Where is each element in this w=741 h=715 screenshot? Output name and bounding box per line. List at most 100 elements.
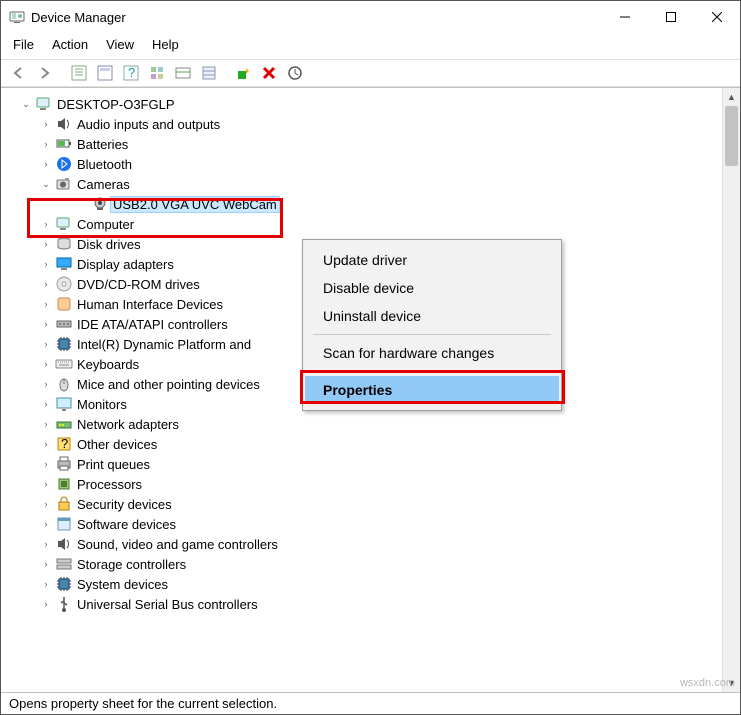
tree-node[interactable]: › Software devices	[1, 514, 722, 534]
chevron-icon[interactable]: ›	[39, 119, 53, 129]
node-label: Security devices	[77, 497, 172, 512]
category-icon	[55, 415, 73, 433]
devices-by-connection-icon[interactable]	[171, 61, 195, 85]
title-bar: Device Manager	[1, 1, 740, 33]
category-icon	[55, 455, 73, 473]
chevron-icon[interactable]: ›	[39, 379, 53, 389]
tree-node[interactable]: › Batteries	[1, 134, 722, 154]
tree-node[interactable]: ›Universal Serial Bus controllers	[1, 594, 722, 614]
toolbar: ?	[1, 59, 740, 87]
chevron-icon[interactable]: ›	[39, 339, 53, 349]
category-icon	[55, 475, 73, 493]
minimize-button[interactable]	[602, 2, 648, 32]
ctx-separator	[313, 371, 551, 372]
chevron-icon[interactable]: ›	[39, 299, 53, 309]
scan-hardware-icon[interactable]	[283, 61, 307, 85]
uninstall-device-icon[interactable]	[257, 61, 281, 85]
menu-view[interactable]: View	[106, 37, 134, 52]
tree-node[interactable]: › System devices	[1, 574, 722, 594]
node-label: Processors	[77, 477, 142, 492]
properties-icon[interactable]	[93, 61, 117, 85]
app-icon	[9, 9, 25, 25]
ctx-uninstall-device[interactable]: Uninstall device	[305, 302, 559, 330]
devices-by-type-icon[interactable]	[145, 61, 169, 85]
chevron-icon[interactable]: ›	[39, 279, 53, 289]
resources-by-type-icon[interactable]	[197, 61, 221, 85]
menu-action[interactable]: Action	[52, 37, 88, 52]
chevron-icon[interactable]: ›	[39, 239, 53, 249]
computer-icon	[35, 95, 53, 113]
node-label: DVD/CD-ROM drives	[77, 277, 200, 292]
tree-node[interactable]: ›Network adapters	[1, 414, 722, 434]
maximize-button[interactable]	[648, 2, 694, 32]
scroll-thumb[interactable]	[725, 106, 738, 166]
chevron-icon[interactable]: ›	[39, 319, 53, 329]
chevron-icon[interactable]: ›	[39, 259, 53, 269]
chevron-icon[interactable]: ›	[39, 159, 53, 169]
node-label: Bluetooth	[77, 157, 132, 172]
category-icon	[55, 555, 73, 573]
scrollbar-vertical[interactable]: ▲ ▼	[722, 88, 740, 692]
node-label: Other devices	[77, 437, 157, 452]
chevron-icon[interactable]: ›	[39, 419, 53, 429]
ctx-separator	[313, 334, 551, 335]
chevron-icon[interactable]: ›	[39, 599, 53, 609]
node-label: Batteries	[77, 137, 128, 152]
chevron-icon[interactable]: ›	[39, 479, 53, 489]
category-icon	[55, 535, 73, 553]
node-label: System devices	[77, 577, 168, 592]
chevron-icon[interactable]: ›	[39, 139, 53, 149]
category-icon	[55, 155, 73, 173]
tree-node[interactable]: ›? Other devices	[1, 434, 722, 454]
category-icon: ?	[55, 435, 73, 453]
chevron-down-icon[interactable]: ⌄	[19, 99, 33, 110]
close-button[interactable]	[694, 2, 740, 32]
category-icon	[55, 315, 73, 333]
tree-root[interactable]: ⌄ DESKTOP-O3FGLP	[1, 94, 722, 114]
chevron-icon[interactable]: ›	[39, 219, 53, 229]
show-hide-console-tree-icon[interactable]	[67, 61, 91, 85]
scroll-up-button[interactable]: ▲	[723, 88, 740, 106]
tree-node[interactable]: › Audio inputs and outputs	[1, 114, 722, 134]
category-icon	[55, 175, 73, 193]
ctx-scan-hardware[interactable]: Scan for hardware changes	[305, 339, 559, 367]
ctx-disable-device[interactable]: Disable device	[305, 274, 559, 302]
tree-node[interactable]: ›Storage controllers	[1, 554, 722, 574]
node-label: Audio inputs and outputs	[77, 117, 220, 132]
chevron-icon[interactable]: ›	[39, 359, 53, 369]
chevron-icon[interactable]: ›	[39, 499, 53, 509]
chevron-icon[interactable]: ›	[39, 539, 53, 549]
node-label: Print queues	[77, 457, 150, 472]
tree-node[interactable]: › Bluetooth	[1, 154, 722, 174]
tree-node[interactable]: › Processors	[1, 474, 722, 494]
tree-node[interactable]: › Security devices	[1, 494, 722, 514]
category-icon	[55, 335, 73, 353]
back-button[interactable]	[7, 61, 31, 85]
menu-help[interactable]: Help	[152, 37, 179, 52]
category-icon	[55, 515, 73, 533]
tree-node[interactable]: ›Sound, video and game controllers	[1, 534, 722, 554]
tree-node[interactable]: ›Computer	[1, 214, 722, 234]
update-driver-icon[interactable]	[231, 61, 255, 85]
root-label: DESKTOP-O3FGLP	[57, 97, 175, 112]
category-icon	[55, 375, 73, 393]
help-icon[interactable]: ?	[119, 61, 143, 85]
category-icon	[55, 135, 73, 153]
chevron-icon[interactable]: ›	[39, 579, 53, 589]
node-label: Software devices	[77, 517, 176, 532]
ctx-update-driver[interactable]: Update driver	[305, 246, 559, 274]
menu-file[interactable]: File	[13, 37, 34, 52]
chevron-icon[interactable]: ⌄	[39, 179, 53, 190]
tree-node[interactable]: ⌄Cameras	[1, 174, 722, 194]
chevron-icon[interactable]: ›	[39, 559, 53, 569]
ctx-properties[interactable]: Properties	[305, 376, 559, 404]
chevron-icon[interactable]: ›	[39, 439, 53, 449]
tree-device[interactable]: USB2.0 VGA UVC WebCam	[1, 194, 722, 214]
forward-button[interactable]	[33, 61, 57, 85]
chevron-icon[interactable]: ›	[39, 519, 53, 529]
category-icon	[55, 235, 73, 253]
tree-node[interactable]: › Print queues	[1, 454, 722, 474]
svg-text:?: ?	[61, 436, 68, 451]
chevron-icon[interactable]: ›	[39, 399, 53, 409]
chevron-icon[interactable]: ›	[39, 459, 53, 469]
